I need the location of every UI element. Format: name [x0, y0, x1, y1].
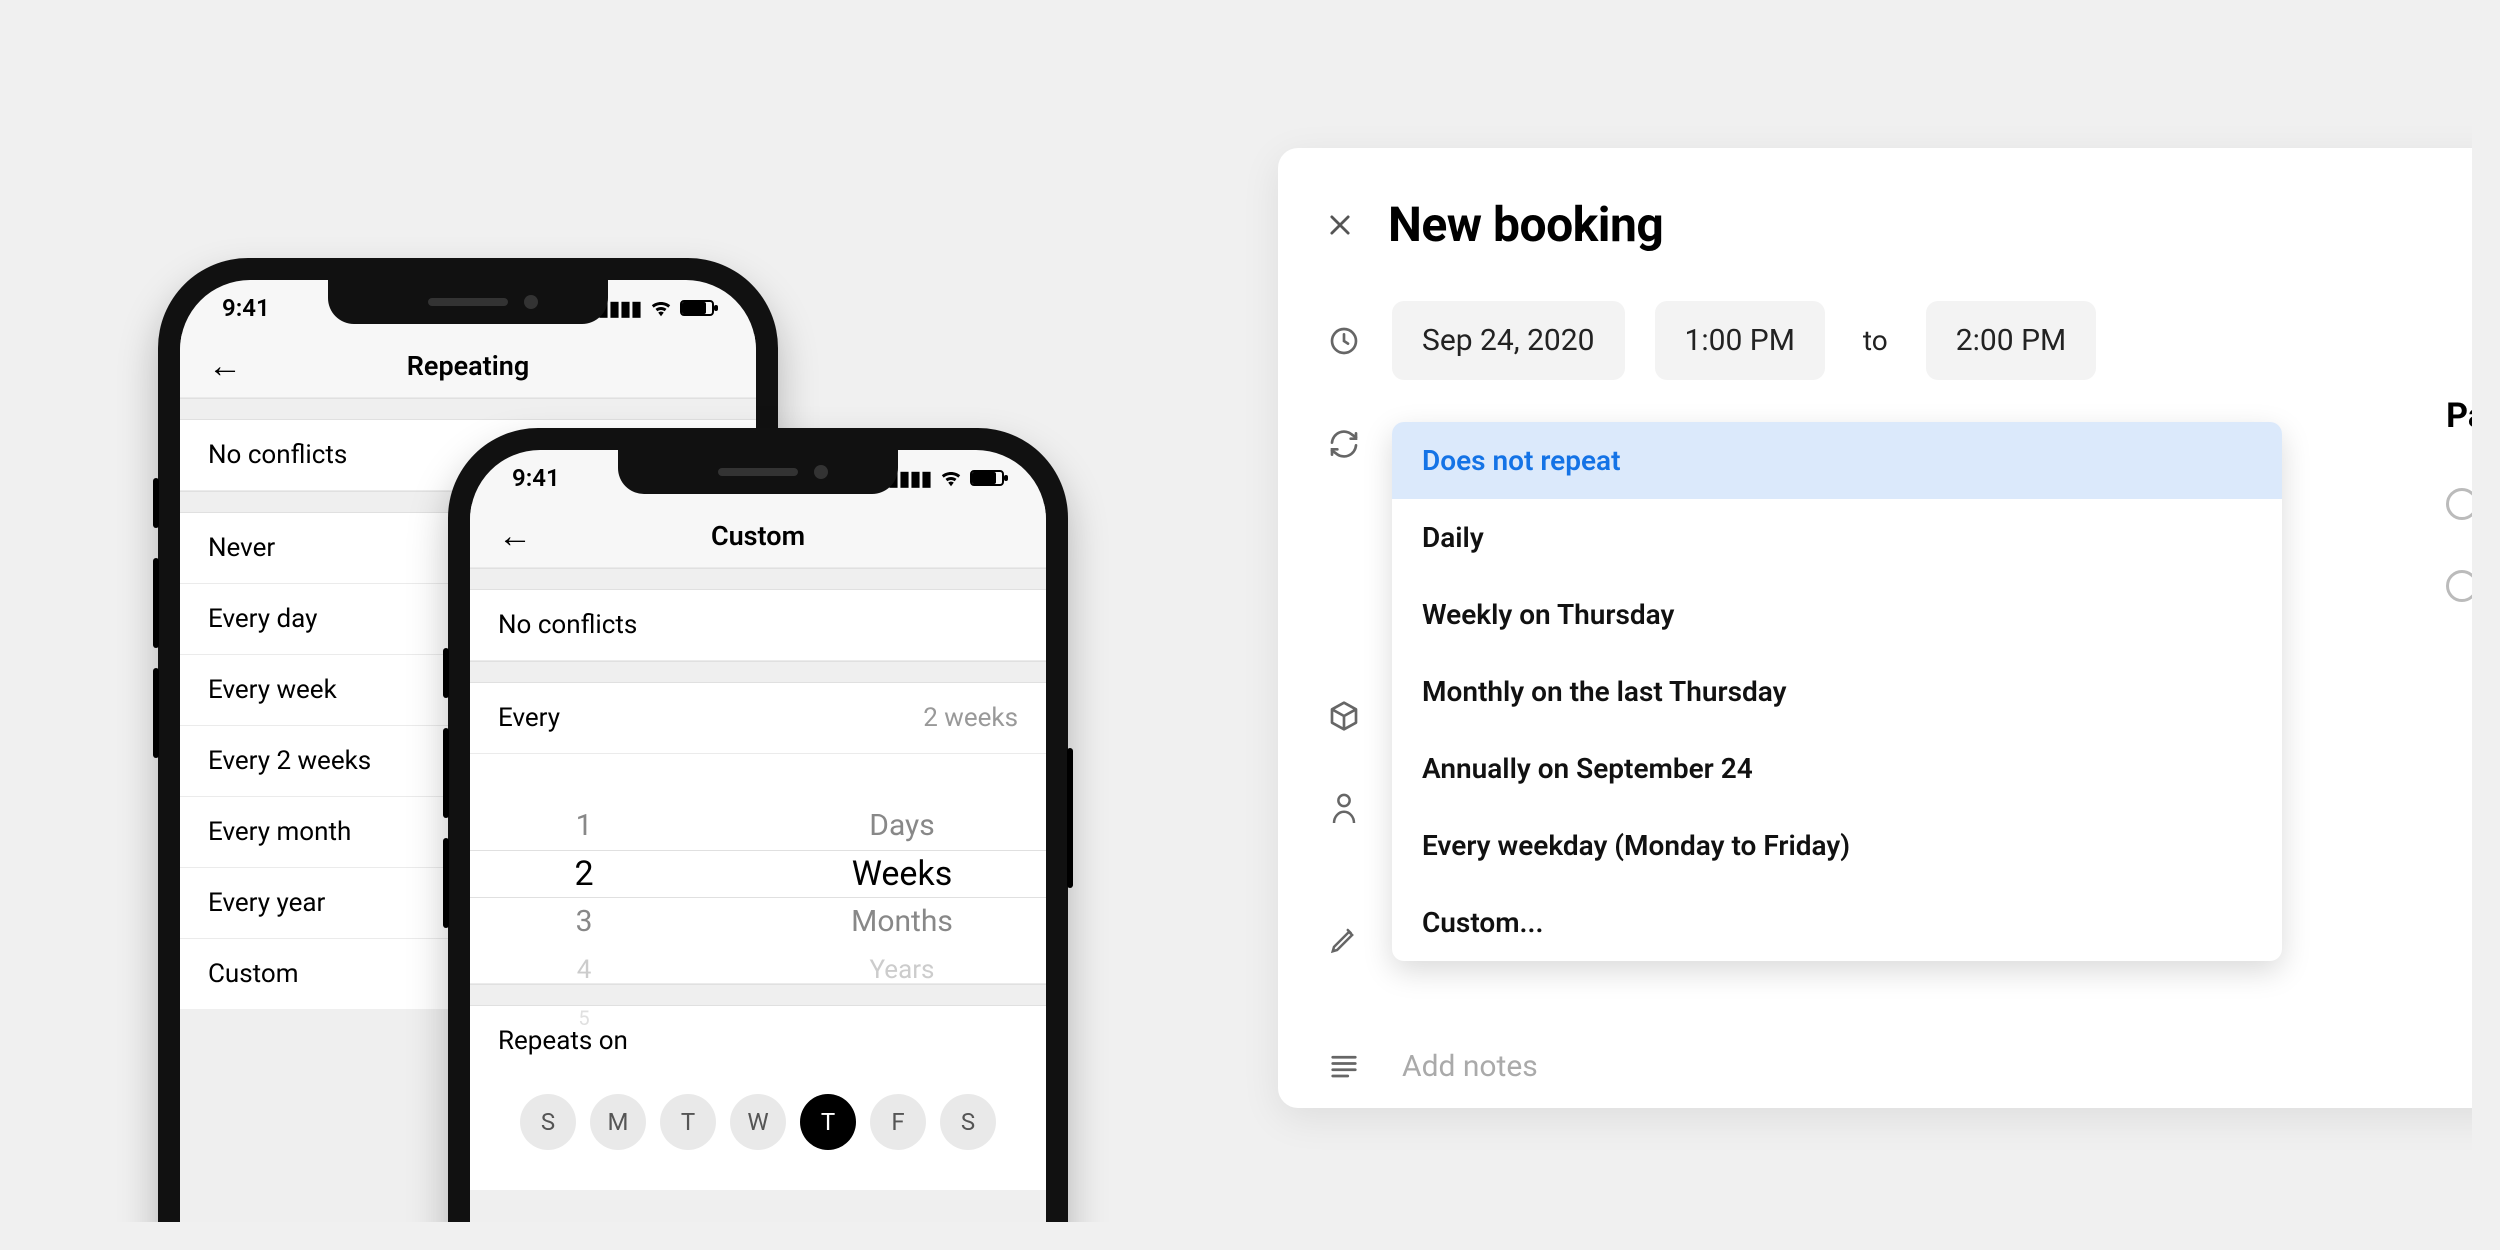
- day-mon[interactable]: M: [590, 1094, 646, 1150]
- pencil-icon: [1326, 922, 1362, 958]
- date-chip[interactable]: Sep 24, 2020: [1392, 301, 1625, 380]
- day-fri[interactable]: F: [870, 1094, 926, 1150]
- repeat-option-weekly[interactable]: Weekly on Thursday: [1392, 576, 2282, 653]
- battery-icon: [680, 300, 714, 316]
- day-tue[interactable]: T: [660, 1094, 716, 1150]
- battery-icon: [970, 470, 1004, 486]
- repeat-option-weekdays[interactable]: Every weekday (Monday to Friday): [1392, 807, 2282, 884]
- wifi-icon: [650, 299, 672, 317]
- day-sun[interactable]: S: [520, 1094, 576, 1150]
- repeat-option-daily[interactable]: Daily: [1392, 499, 2282, 576]
- payment-radio-2[interactable]: [2446, 570, 2472, 602]
- status-time: 9:41: [512, 464, 560, 492]
- repeat-option-none[interactable]: Does not repeat: [1392, 422, 2282, 499]
- day-wed[interactable]: W: [730, 1094, 786, 1150]
- notes-row[interactable]: Add notes: [1326, 1048, 1538, 1084]
- phone-notch: [328, 280, 608, 324]
- day-sat[interactable]: S: [940, 1094, 996, 1150]
- back-button[interactable]: ←: [498, 519, 532, 553]
- datetime-row: Sep 24, 2020 1:00 PM to 2:00 PM: [1326, 301, 2472, 380]
- every-value: 2 weeks: [923, 703, 1018, 733]
- phone-notch: [618, 450, 898, 494]
- wifi-icon: [940, 469, 962, 487]
- interval-picker[interactable]: 1 2 3 4 5 Days Weeks Months Years: [470, 754, 1046, 984]
- nav-bar: ← Repeating: [180, 334, 756, 398]
- day-thu[interactable]: T: [800, 1094, 856, 1150]
- clock-icon: [1326, 323, 1362, 359]
- payment-label-partial: Payn: [2446, 396, 2472, 436]
- payment-radio-1[interactable]: [2446, 488, 2472, 520]
- package-icon: [1326, 698, 1362, 734]
- every-label: Every: [498, 703, 560, 733]
- end-time-chip[interactable]: 2:00 PM: [1926, 301, 2096, 380]
- repeat-option-annually[interactable]: Annually on September 24: [1392, 730, 2282, 807]
- day-selector[interactable]: S M T W T F S: [470, 1076, 1046, 1190]
- notes-icon: [1326, 1048, 1362, 1084]
- nav-title: Repeating: [407, 350, 529, 382]
- repeat-dropdown[interactable]: Does not repeat Daily Weekly on Thursday…: [1392, 422, 2282, 961]
- to-label: to: [1855, 324, 1896, 357]
- nav-bar: ← Custom: [470, 504, 1046, 568]
- start-time-chip[interactable]: 1:00 PM: [1655, 301, 1825, 380]
- notes-placeholder: Add notes: [1402, 1049, 1538, 1084]
- back-button[interactable]: ←: [208, 349, 242, 383]
- new-booking-panel: New booking Sep 24, 2020 1:00 PM to 2:00…: [1278, 148, 2472, 1108]
- every-row[interactable]: Every 2 weeks: [470, 683, 1046, 754]
- panel-title: New booking: [1388, 196, 1663, 253]
- close-button[interactable]: [1326, 211, 1354, 239]
- person-icon: [1326, 790, 1362, 826]
- no-conflicts-row: No conflicts: [470, 590, 1046, 661]
- repeat-option-custom[interactable]: Custom...: [1392, 884, 2282, 961]
- nav-title: Custom: [711, 520, 805, 552]
- phone-custom: 9:41 ▮▮▮▮ ← Custom No conflicts Every: [448, 428, 1068, 1222]
- status-time: 9:41: [222, 294, 270, 322]
- repeat-option-monthly[interactable]: Monthly on the last Thursday: [1392, 653, 2282, 730]
- repeat-icon: [1326, 426, 1362, 462]
